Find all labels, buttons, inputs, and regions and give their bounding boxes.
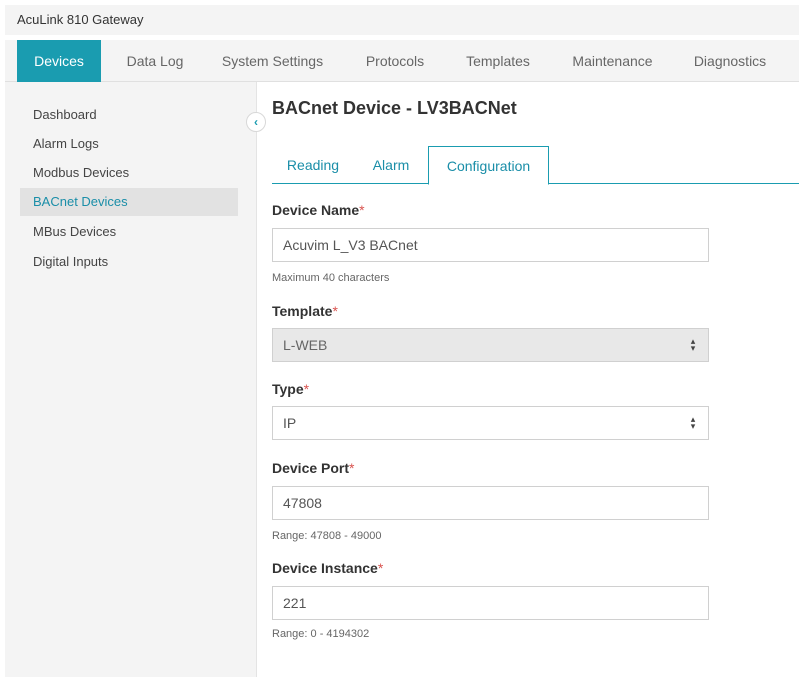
tab-protocols[interactable]: Protocols (355, 40, 435, 82)
type-label-text: Type (272, 381, 304, 397)
sidebar-item-digital-inputs[interactable]: Digital Inputs (20, 248, 238, 276)
tab-data-log[interactable]: Data Log (115, 40, 195, 82)
template-label-text: Template (272, 303, 333, 319)
sidebar-item-alarm-logs[interactable]: Alarm Logs (20, 130, 238, 158)
select-arrows-icon: ▴▾ (689, 337, 699, 351)
tab-alarm[interactable]: Alarm (356, 146, 426, 184)
sidebar-item-modbus-devices[interactable]: Modbus Devices (20, 159, 238, 187)
required-mark: * (303, 381, 310, 397)
device-instance-label: Device Instance* (272, 560, 383, 576)
device-port-label: Device Port* (272, 460, 355, 476)
sidebar-item-bacnet-devices[interactable]: BACnet Devices (20, 188, 238, 216)
required-mark: * (359, 202, 365, 218)
sidebar-item-mbus-devices[interactable]: MBus Devices (20, 218, 238, 246)
required-mark: * (377, 560, 384, 576)
tab-reading[interactable]: Reading (272, 146, 354, 184)
tab-maintenance[interactable]: Maintenance (565, 40, 660, 82)
subtabs: Reading Alarm Configuration (272, 146, 799, 185)
chevron-left-icon[interactable]: ‹ (246, 112, 266, 132)
device-name-label-text: Device Name (272, 202, 360, 218)
required-mark: * (332, 303, 338, 319)
tab-templates[interactable]: Templates (457, 40, 539, 82)
sidebar-item-dashboard[interactable]: Dashboard (20, 101, 238, 129)
type-label: Type* (272, 381, 309, 397)
device-port-label-text: Device Port (272, 460, 350, 476)
device-name-hint: Maximum 40 characters (272, 272, 390, 284)
type-select[interactable]: IP ▴▾ (272, 406, 709, 440)
required-mark: * (349, 460, 355, 476)
title-bar: AcuLink 810 Gateway (5, 5, 799, 35)
device-name-input[interactable]: Acuvim L_V3 BACnet (272, 228, 709, 262)
tab-system-settings[interactable]: System Settings (215, 40, 330, 82)
device-instance-hint: Range: 0 - 4194302 (272, 628, 370, 640)
template-select-value: L-WEB (283, 337, 328, 353)
top-navigation: Devices Data Log System Settings Protoco… (5, 40, 799, 82)
device-name-label: Device Name* (272, 202, 365, 218)
device-port-hint: Range: 47808 - 49000 (272, 530, 382, 542)
device-instance-input[interactable]: 221 (272, 586, 709, 620)
page-title: BACnet Device - LV3BACNet (272, 98, 517, 118)
type-select-value: IP (283, 415, 297, 431)
app-title: AcuLink 810 Gateway (17, 12, 144, 27)
sidebar: Dashboard Alarm Logs Modbus Devices BACn… (5, 82, 257, 677)
select-arrows-icon: ▴▾ (689, 415, 699, 429)
template-label: Template* (272, 303, 338, 319)
tab-diagnostics[interactable]: Diagnostics (685, 40, 775, 82)
tab-configuration[interactable]: Configuration (428, 146, 549, 185)
template-select: L-WEB ▴▾ (272, 328, 709, 362)
device-port-input[interactable]: 47808 (272, 486, 709, 520)
device-instance-label-text: Device Instance (272, 560, 378, 576)
tab-devices[interactable]: Devices (17, 40, 101, 82)
